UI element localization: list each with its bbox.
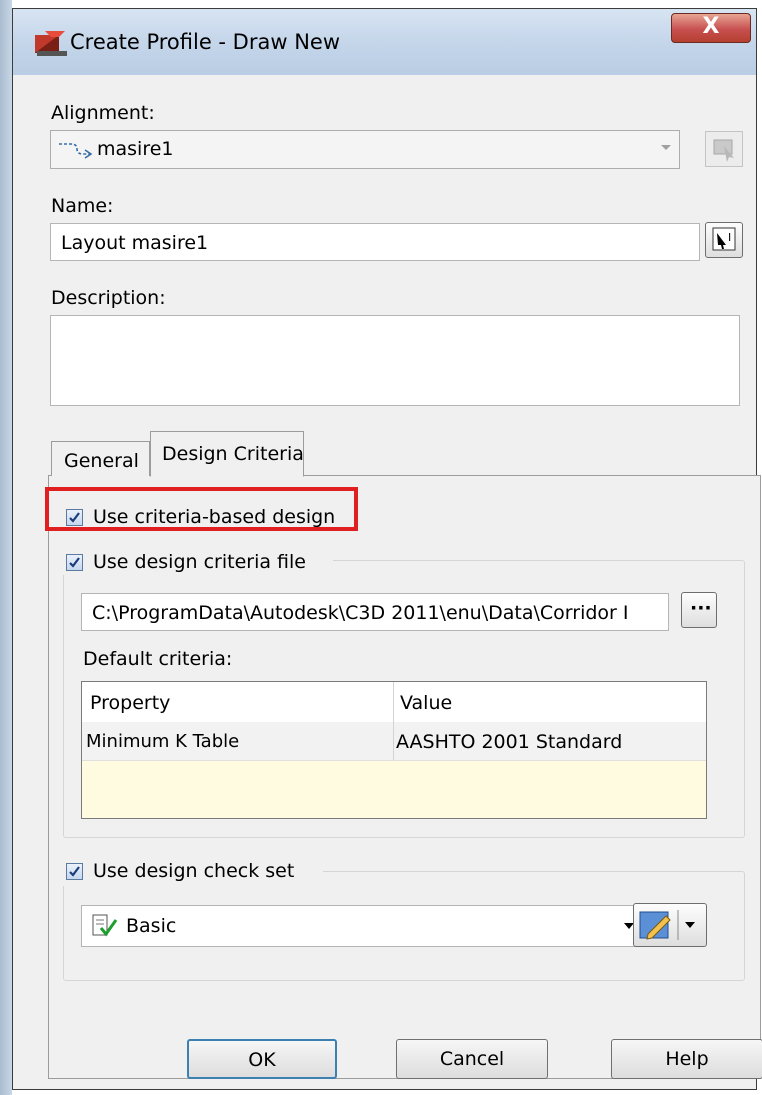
cancel-button[interactable]: Cancel <box>396 1039 548 1079</box>
pick-from-drawing-icon <box>713 139 734 162</box>
ok-button[interactable]: OK <box>187 1039 337 1079</box>
create-profile-dialog: Create Profile - Draw New X Alignment: m… <box>12 8 762 1090</box>
criteria-file-path-input[interactable]: C:\ProgramData\Autodesk\C3D 2011\enu\Dat… <box>81 593 669 631</box>
use-design-criteria-file-checkbox[interactable] <box>66 554 83 571</box>
name-input[interactable]: Layout masire1 <box>50 223 700 261</box>
name-label: Name: <box>51 195 114 217</box>
checkmark-icon <box>69 557 80 568</box>
window-left-frame <box>0 0 12 1095</box>
column-header-property[interactable]: Property <box>90 692 170 714</box>
use-design-check-set-checkbox[interactable] <box>66 863 83 880</box>
cell-property[interactable]: Minimum K Table <box>86 731 239 752</box>
ellipsis-icon: ··· <box>690 597 712 619</box>
alignment-icon <box>57 139 93 164</box>
edit-check-set-button[interactable] <box>633 903 707 947</box>
description-label: Description: <box>51 287 166 309</box>
check-set-value: Basic <box>126 915 177 937</box>
default-criteria-table: Property Value Minimum K Table AASHTO 20… <box>81 681 707 819</box>
window-title: Create Profile - Draw New <box>70 30 341 54</box>
default-criteria-label: Default criteria: <box>83 648 233 670</box>
tab-general-label: General <box>64 450 139 472</box>
criteria-file-path-value: C:\ProgramData\Autodesk\C3D 2011\enu\Dat… <box>92 602 629 624</box>
browse-criteria-file-button[interactable]: ··· <box>681 592 717 628</box>
tab-design-criteria-label: Design Criteria <box>162 443 304 465</box>
dialog-body: Alignment: masire1 Name: Layout masire1 <box>25 75 762 1081</box>
alignment-label: Alignment: <box>51 102 155 124</box>
check-set-combo[interactable]: Basic <box>81 905 643 947</box>
edit-check-set-icon <box>639 910 695 940</box>
edit-name-template-icon: I <box>712 227 736 251</box>
pick-alignment-button[interactable] <box>705 131 743 167</box>
use-design-check-set-label[interactable]: Use design check set <box>93 860 294 882</box>
column-separator <box>393 682 394 760</box>
chevron-down-icon <box>661 145 671 150</box>
close-button[interactable]: X <box>671 13 751 43</box>
column-header-value[interactable]: Value <box>400 692 452 714</box>
description-input[interactable] <box>50 315 740 406</box>
help-button[interactable]: Help <box>611 1039 762 1079</box>
tab-design-criteria[interactable]: Design Criteria <box>150 431 304 477</box>
alignment-value: masire1 <box>97 138 174 160</box>
name-template-button[interactable]: I <box>705 222 743 258</box>
highlight-box <box>45 487 358 531</box>
title-bar[interactable]: Create Profile - Draw New X <box>13 9 756 75</box>
alignment-combo[interactable]: masire1 <box>50 130 680 169</box>
cell-value[interactable]: AASHTO 2001 Standard <box>396 731 622 753</box>
tab-general[interactable]: General <box>51 441 150 476</box>
civil3d-app-icon <box>33 29 69 59</box>
name-value: Layout masire1 <box>61 232 209 254</box>
checkmark-icon <box>69 866 80 877</box>
table-header <box>82 682 706 723</box>
check-set-icon <box>90 912 118 945</box>
svg-text:I: I <box>728 231 731 244</box>
use-design-criteria-file-label[interactable]: Use design criteria file <box>93 551 306 573</box>
